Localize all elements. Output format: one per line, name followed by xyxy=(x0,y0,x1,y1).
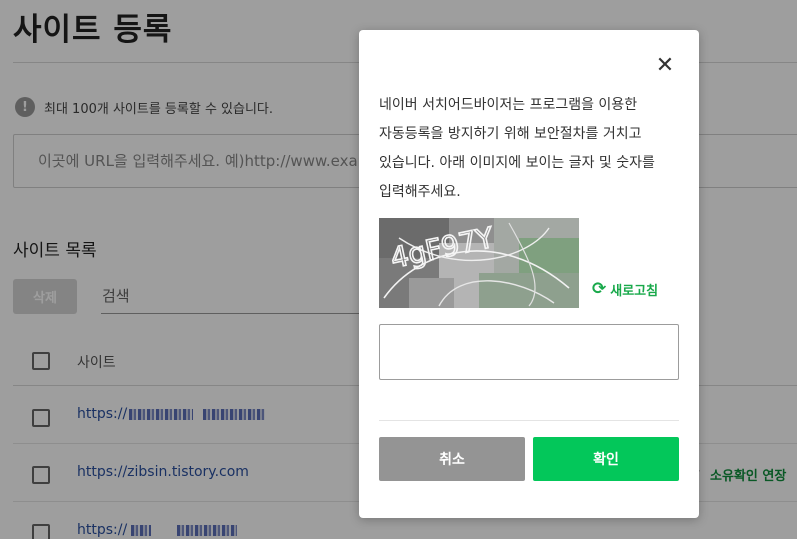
refresh-button[interactable]: ⟳ 새로고침 xyxy=(592,279,658,299)
confirm-button[interactable]: 확인 xyxy=(533,437,679,481)
close-button[interactable]: ✕ xyxy=(652,52,678,78)
cancel-button[interactable]: 취소 xyxy=(379,437,525,481)
captcha-graphic: 4gF97Y xyxy=(379,218,579,308)
close-icon: ✕ xyxy=(655,52,675,77)
refresh-label: 새로고침 xyxy=(610,283,659,299)
refresh-icon: ⟳ xyxy=(592,279,607,299)
captcha-image: 4gF97Y xyxy=(379,218,579,308)
captcha-modal: ✕ 네이버 서치어드바이저는 프로그램을 이용한 자동등록을 방지하기 위해 보… xyxy=(359,30,699,518)
divider xyxy=(379,420,679,421)
captcha-answer-input[interactable] xyxy=(379,324,679,380)
captcha-description: 네이버 서치어드바이저는 프로그램을 이용한 자동등록을 방지하기 위해 보안절… xyxy=(379,97,655,200)
